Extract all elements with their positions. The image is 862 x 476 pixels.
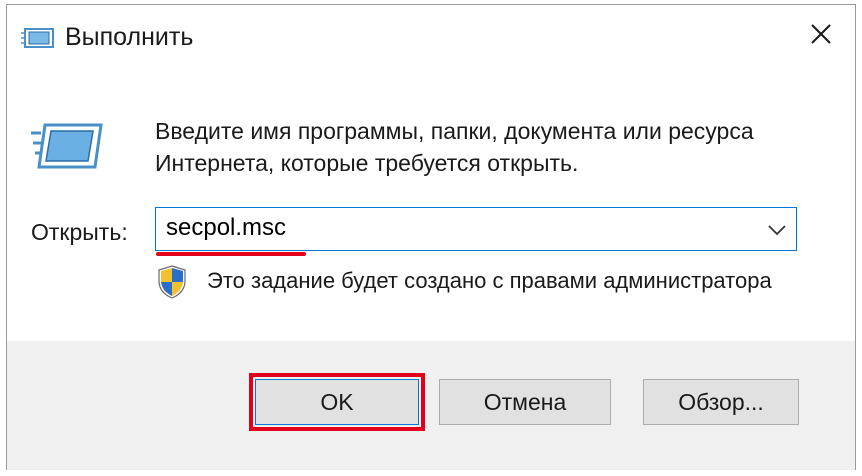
close-icon (810, 23, 832, 50)
ok-button[interactable]: OK (255, 379, 419, 425)
open-input[interactable]: secpol.msc (166, 214, 286, 242)
description-line-1: Введите имя программы, папки, документа … (155, 118, 754, 144)
window-title: Выполнить (65, 23, 194, 51)
browse-button[interactable]: Обзор... (643, 379, 799, 425)
open-combobox[interactable]: secpol.msc (155, 207, 797, 256)
run-dialog: Выполнить Введите имя программы, папки, … (6, 4, 856, 470)
cancel-button[interactable]: Отмена (439, 379, 611, 425)
title-bar[interactable]: Выполнить (7, 5, 855, 69)
chevron-down-icon[interactable] (766, 220, 788, 240)
close-button[interactable] (793, 11, 849, 61)
uac-shield-icon (157, 265, 187, 299)
description-line-2: Интернета, которые требуется открыть. (155, 150, 579, 176)
annotation-underline (156, 252, 306, 256)
open-label: Открыть: (31, 219, 128, 245)
button-bar: OK Отмена Обзор... (7, 341, 855, 470)
dialog-description: Введите имя программы, папки, документа … (155, 115, 835, 179)
admin-note: Это задание будет создано с правами адми… (207, 268, 772, 293)
run-program-icon (31, 123, 103, 169)
dialog-content: Введите имя программы, папки, документа … (7, 69, 855, 341)
run-dialog-icon (21, 27, 55, 49)
